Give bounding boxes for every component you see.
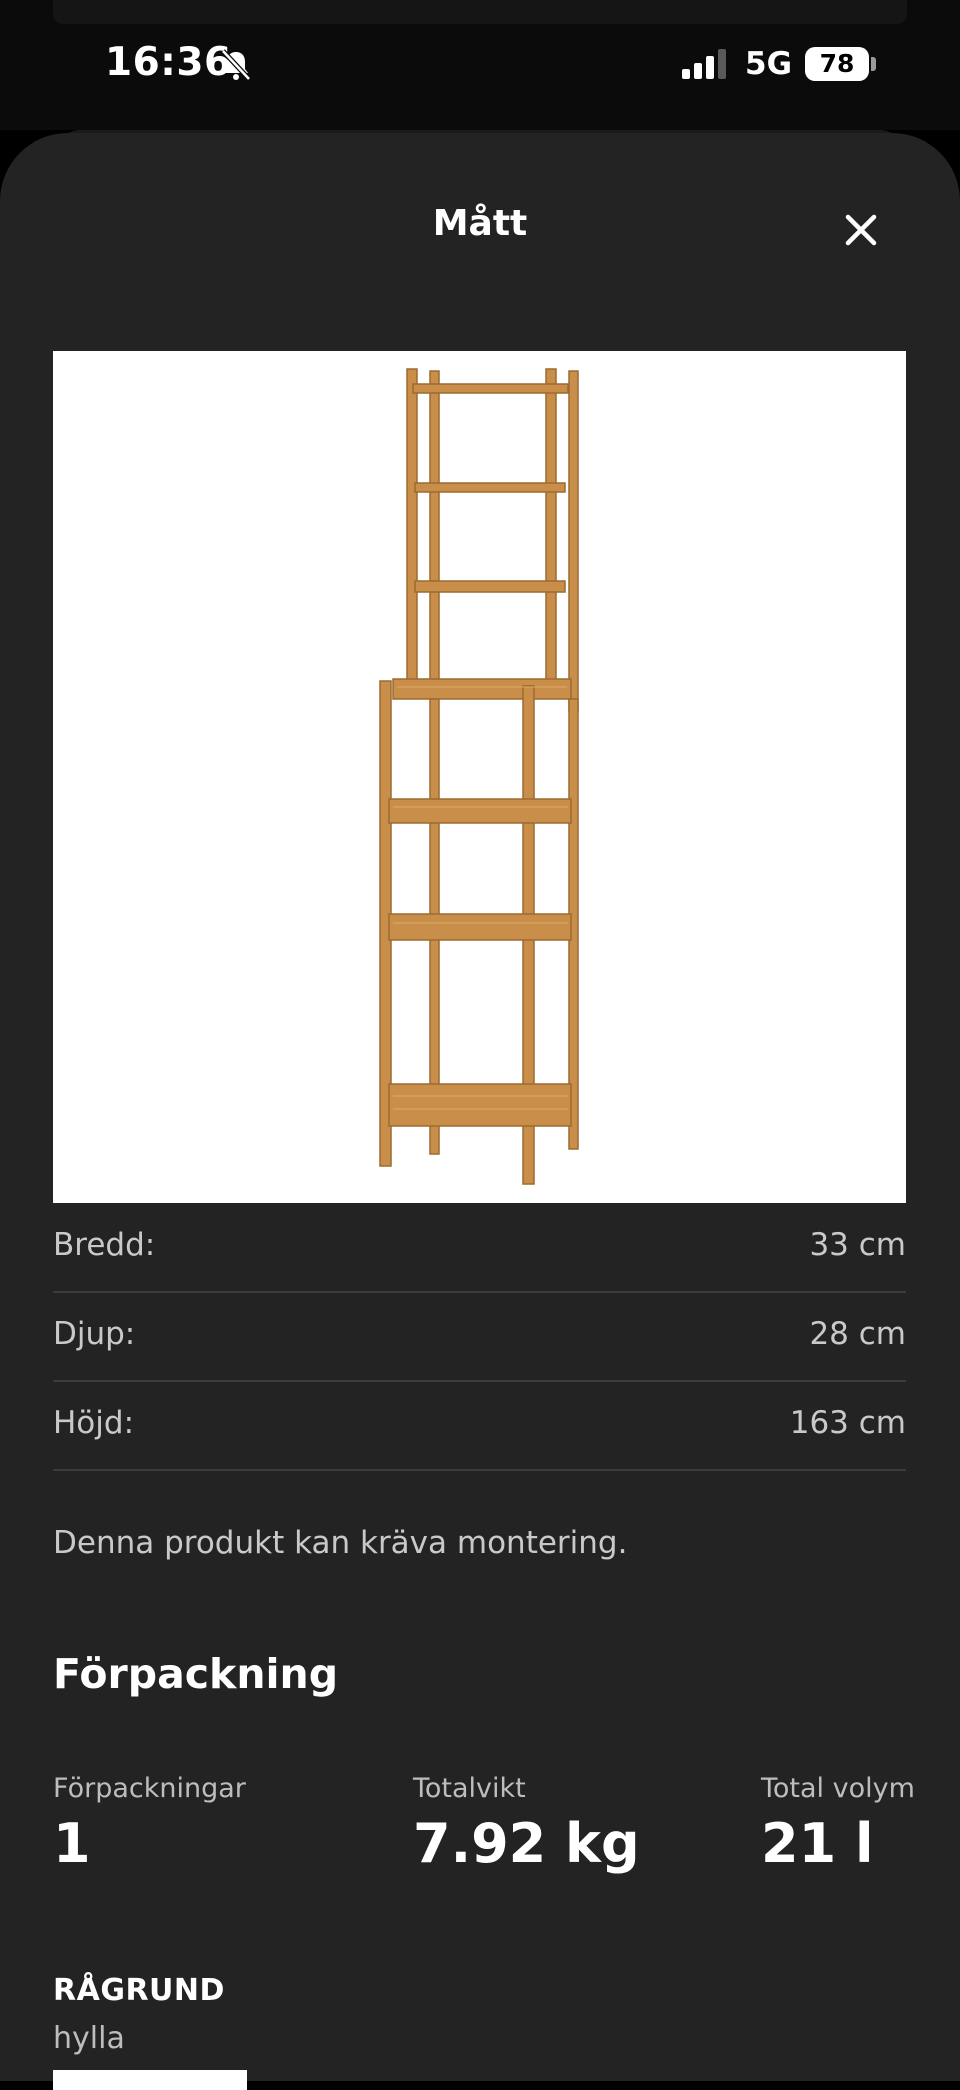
packaging-stat-label: Totalvikt [413,1773,526,1804]
assembly-note: Denna produkt kan kräva montering. [53,1525,628,1561]
dimension-label: Djup: [53,1316,136,1352]
dimension-value: 33 cm [809,1227,906,1263]
network-type: 5G [745,46,793,82]
close-icon [845,214,877,246]
product-type: hylla [53,2021,125,2056]
packaging-volume: Total volym 21 l [761,1773,915,1875]
packaging-weight: Totalvikt 7.92 kg [413,1773,640,1875]
battery-icon: 78 [805,47,869,81]
close-button[interactable] [836,205,886,255]
dimension-row-height: Höjd: 163 cm [53,1381,906,1471]
dimension-label: Höjd: [53,1405,135,1441]
bell-off-icon [221,49,251,81]
battery-tip [871,57,876,71]
packaging-stat-value: 21 l [761,1812,874,1875]
signal-icon [682,49,726,79]
packaging-title: Förpackning [53,1650,339,1698]
packaging-stat-value: 7.92 kg [413,1812,640,1875]
status-time: 16:36 [105,40,232,85]
product-name: RÅGRUND [53,1973,225,2008]
dimension-value: 163 cm [789,1405,906,1441]
sheet-title: Mått [432,203,528,244]
packaging-count: Förpackningar 1 [53,1773,246,1875]
dimensions-sheet: Mått Bredd: 33 cm Djup: 28 cm Höjd: 163 … [0,133,960,2090]
package-thumbnail [53,2070,247,2090]
dimension-label: Bredd: [53,1227,156,1263]
wooden-shelf-illustration [379,368,579,1185]
dimension-row-depth: Djup: 28 cm [53,1292,906,1382]
product-image [53,351,906,1203]
dimension-row-width: Bredd: 33 cm [53,1203,906,1293]
dimension-value: 28 cm [809,1316,906,1352]
packaging-stat-label: Total volym [761,1773,915,1804]
packaging-stat-label: Förpackningar [53,1773,246,1804]
status-bar-top-edge [53,0,907,24]
packaging-stat-value: 1 [53,1812,91,1875]
status-bar: 16:36 5G 78 [0,0,960,130]
